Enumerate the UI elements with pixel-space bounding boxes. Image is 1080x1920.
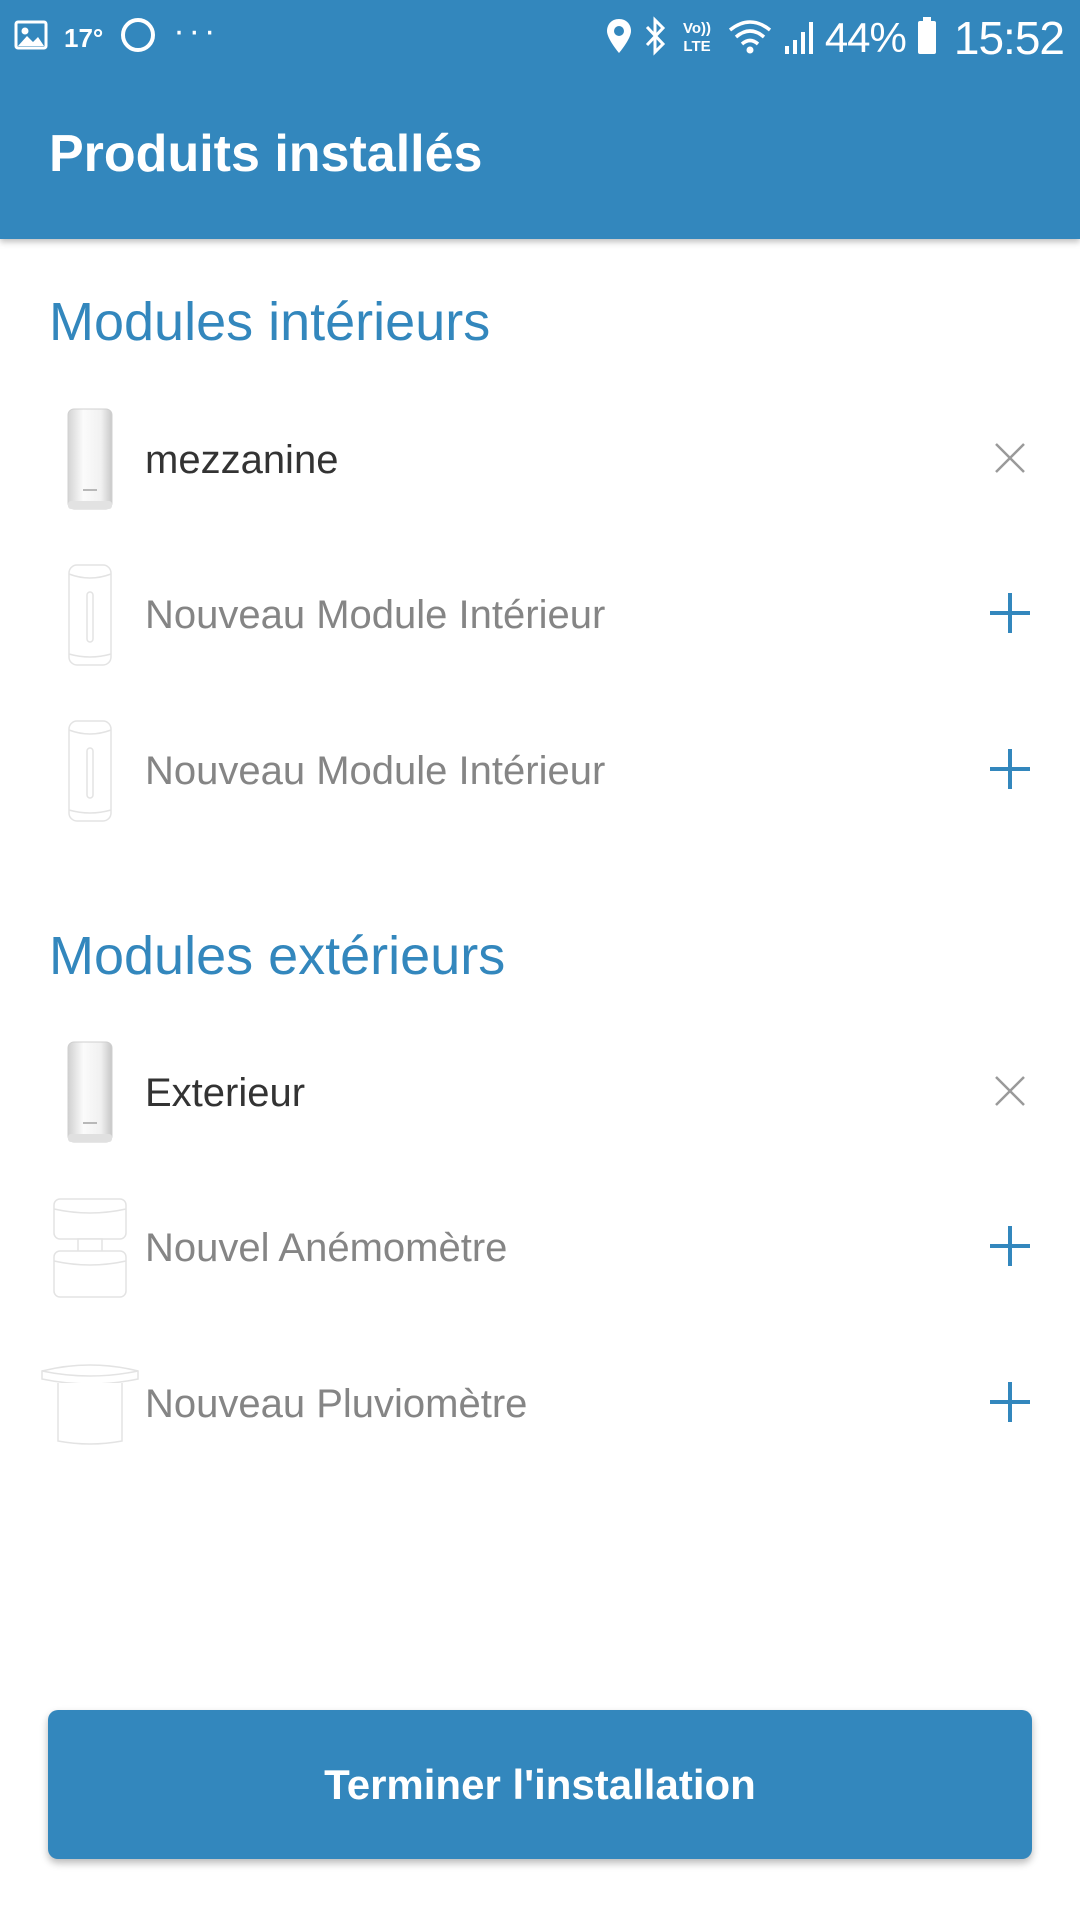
remove-module-button[interactable]	[970, 1053, 1050, 1133]
svg-text:LTE: LTE	[683, 38, 710, 55]
finish-installation-button[interactable]: Terminer l'installation	[48, 1710, 1032, 1859]
remove-module-button[interactable]	[970, 420, 1050, 500]
gallery-icon	[14, 20, 48, 57]
rain-gauge-icon	[40, 1329, 140, 1479]
add-indoor-module-row-1[interactable]: Nouveau Module Intérieur	[0, 540, 1080, 690]
bluetooth-icon	[643, 15, 667, 61]
plus-icon[interactable]	[988, 1380, 1032, 1429]
indoor-module-icon	[40, 385, 140, 535]
volte-icon: Vo)) LTE	[677, 16, 717, 61]
add-module-button[interactable]	[970, 1208, 1050, 1288]
add-module-button[interactable]	[970, 731, 1050, 811]
status-left: 17° ···	[14, 12, 219, 61]
status-overflow: ···	[173, 11, 220, 50]
module-row-mezzanine[interactable]: mezzanine	[0, 385, 1080, 535]
close-icon[interactable]	[993, 441, 1027, 480]
plus-icon[interactable]	[988, 1224, 1032, 1273]
module-label: mezzanine	[145, 438, 339, 482]
app-bar: 17° ··· Vo)) LTE 44% 15:52 Produits inst…	[0, 0, 1080, 239]
status-time: 15:52	[953, 12, 1065, 64]
add-module-button[interactable]	[970, 575, 1050, 655]
module-label: Nouvel Anémomètre	[145, 1226, 508, 1270]
add-module-button[interactable]	[970, 1364, 1050, 1444]
indoor-module-icon	[40, 540, 140, 690]
outdoor-module-icon	[40, 1018, 140, 1168]
svg-text:Vo)): Vo))	[683, 20, 711, 37]
status-bar: 17° ··· Vo)) LTE 44% 15:52	[0, 0, 1080, 76]
section-title-indoor: Modules intérieurs	[49, 292, 491, 352]
module-label: Nouveau Module Intérieur	[145, 593, 606, 637]
module-label: Nouveau Module Intérieur	[145, 749, 606, 793]
indoor-module-icon	[40, 696, 140, 846]
close-icon[interactable]	[993, 1074, 1027, 1113]
module-label: Exterieur	[145, 1071, 306, 1115]
section-title-outdoor: Modules extérieurs	[49, 926, 506, 986]
battery-percent: 44%	[824, 14, 907, 61]
module-label: Nouveau Pluviomètre	[145, 1382, 528, 1426]
module-row-exterieur[interactable]: Exterieur	[0, 1018, 1080, 1168]
circle-app-icon	[119, 16, 157, 61]
plus-icon[interactable]	[988, 747, 1032, 796]
add-anemometer-row[interactable]: Nouvel Anémomètre	[0, 1173, 1080, 1323]
wifi-icon	[727, 16, 773, 61]
battery-icon	[916, 16, 938, 61]
anemometer-icon	[40, 1173, 140, 1323]
status-right: Vo)) LTE 44% 15:52	[605, 10, 1065, 66]
page-title: Produits installés	[49, 125, 483, 183]
status-temperature: 17°	[64, 22, 104, 53]
location-icon	[605, 17, 633, 60]
signal-icon	[783, 16, 815, 61]
plus-icon[interactable]	[988, 591, 1032, 640]
add-rain-gauge-row[interactable]: Nouveau Pluviomètre	[0, 1329, 1080, 1479]
add-indoor-module-row-2[interactable]: Nouveau Module Intérieur	[0, 696, 1080, 846]
